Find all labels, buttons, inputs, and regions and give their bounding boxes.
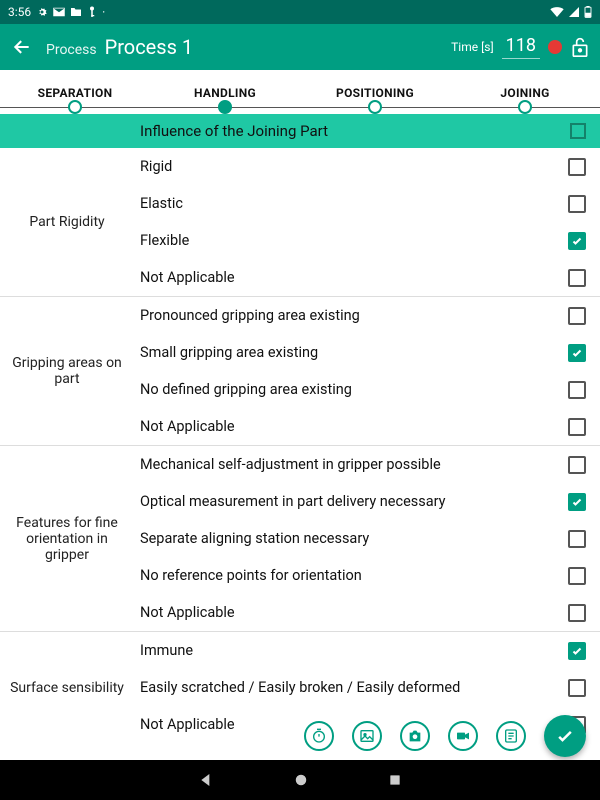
checkbox[interactable] [568, 195, 586, 213]
item-label: No defined gripping area existing [140, 381, 568, 398]
list-item[interactable]: Rigid [134, 148, 600, 185]
timer-button[interactable] [304, 721, 334, 751]
title-label: Process [46, 42, 97, 58]
step-handling[interactable]: HANDLING [150, 86, 300, 100]
nav-recent-icon[interactable] [388, 773, 402, 787]
list-item[interactable]: Small gripping area existing [134, 334, 600, 371]
item-label: Easily scratched / Easily broken / Easil… [140, 679, 568, 696]
item-label: Immune [140, 642, 568, 659]
camera-button[interactable] [400, 721, 430, 751]
item-label: Not Applicable [140, 604, 568, 621]
stepper: SEPARATION HANDLING POSITIONING JOINING [0, 70, 600, 100]
list-item[interactable]: Not Applicable [134, 259, 600, 296]
item-label: Flexible [140, 232, 568, 249]
time-value[interactable]: 118 [502, 35, 540, 59]
checkbox[interactable] [568, 418, 586, 436]
checkbox[interactable] [568, 604, 586, 622]
wifi-icon [550, 7, 564, 17]
android-status-bar: 3:56 · [0, 0, 600, 24]
record-indicator-icon[interactable] [548, 40, 562, 54]
checkbox[interactable] [568, 493, 586, 511]
list-item[interactable]: Not Applicable [134, 594, 600, 631]
confirm-fab[interactable] [544, 715, 586, 757]
step-dot-1[interactable] [218, 100, 232, 114]
item-label: Elastic [140, 195, 568, 212]
item-label: Rigid [140, 158, 568, 175]
group-label: Surface sensibility [0, 632, 134, 743]
item-label: Pronounced gripping area existing [140, 307, 568, 324]
group-label: Part Rigidity [0, 148, 134, 296]
mail-icon [53, 7, 65, 17]
checkbox[interactable] [568, 642, 586, 660]
page-title: Process Process 1 [46, 35, 193, 59]
list-item[interactable]: Immune [134, 632, 600, 669]
step-dot-0[interactable] [68, 100, 82, 114]
image-button[interactable] [352, 721, 382, 751]
folder-icon [70, 7, 82, 17]
back-button[interactable] [10, 35, 34, 59]
step-dot-2[interactable] [368, 100, 382, 114]
status-time: 3:56 [8, 5, 31, 19]
section-checkbox[interactable] [570, 123, 586, 139]
item-label: Mechanical self-adjustment in gripper po… [140, 456, 568, 473]
group-label: Gripping areas on part [0, 297, 134, 445]
android-nav-bar [0, 760, 600, 800]
video-button[interactable] [448, 721, 478, 751]
signal-icon [569, 7, 579, 17]
checkbox[interactable] [568, 456, 586, 474]
gear-icon [36, 6, 48, 18]
key-icon [87, 6, 97, 18]
item-label: No reference points for orientation [140, 567, 568, 584]
step-joining[interactable]: JOINING [450, 86, 600, 100]
note-button[interactable] [496, 721, 526, 751]
step-dot-3[interactable] [518, 100, 532, 114]
section-header[interactable]: Influence of the Joining Part [0, 114, 600, 148]
group-0: Part Rigidity Rigid Elastic Flexible Not App… [0, 148, 600, 297]
dot-icon: · [102, 5, 105, 19]
list-item[interactable]: Flexible [134, 222, 600, 259]
section-title: Influence of the Joining Part [140, 122, 328, 140]
list-item[interactable]: Optical measurement in part delivery nec… [134, 483, 600, 520]
step-positioning[interactable]: POSITIONING [300, 86, 450, 100]
checkbox[interactable] [568, 679, 586, 697]
list-item[interactable]: No defined gripping area existing [134, 371, 600, 408]
checkbox[interactable] [568, 232, 586, 250]
title-name: Process 1 [105, 35, 194, 59]
item-label: Small gripping area existing [140, 344, 568, 361]
checkbox[interactable] [568, 307, 586, 325]
lock-icon[interactable] [570, 36, 590, 58]
checklist-content: Part Rigidity Rigid Elastic Flexible Not App… [0, 148, 600, 760]
item-label: Not Applicable [140, 269, 568, 286]
app-bar: Process Process 1 Time [s] 118 [0, 24, 600, 70]
group-label: Features for fine orientation in gripper [0, 446, 134, 631]
stepper-line [0, 100, 600, 114]
checkbox[interactable] [568, 567, 586, 585]
list-item[interactable]: Separate aligning station necessary [134, 520, 600, 557]
checkbox[interactable] [568, 344, 586, 362]
checkbox[interactable] [568, 530, 586, 548]
battery-icon [584, 6, 592, 18]
item-label: Optical measurement in part delivery nec… [140, 493, 568, 510]
group-1: Gripping areas on part Pronounced grippin… [0, 297, 600, 446]
step-separation[interactable]: SEPARATION [0, 86, 150, 100]
group-2: Features for fine orientation in gripper… [0, 446, 600, 632]
item-label: Separate aligning station necessary [140, 530, 568, 547]
list-item[interactable]: Pronounced gripping area existing [134, 297, 600, 334]
list-item[interactable]: Elastic [134, 185, 600, 222]
list-item[interactable]: No reference points for orientation [134, 557, 600, 594]
nav-home-icon[interactable] [294, 773, 308, 787]
checkbox[interactable] [568, 269, 586, 287]
nav-back-icon[interactable] [198, 772, 214, 788]
list-item[interactable]: Mechanical self-adjustment in gripper po… [134, 446, 600, 483]
time-label: Time [s] [451, 40, 494, 54]
list-item[interactable]: Easily scratched / Easily broken / Easil… [134, 669, 600, 706]
checkbox[interactable] [568, 158, 586, 176]
item-label: Not Applicable [140, 418, 568, 435]
list-item[interactable]: Not Applicable [134, 408, 600, 445]
checkbox[interactable] [568, 381, 586, 399]
